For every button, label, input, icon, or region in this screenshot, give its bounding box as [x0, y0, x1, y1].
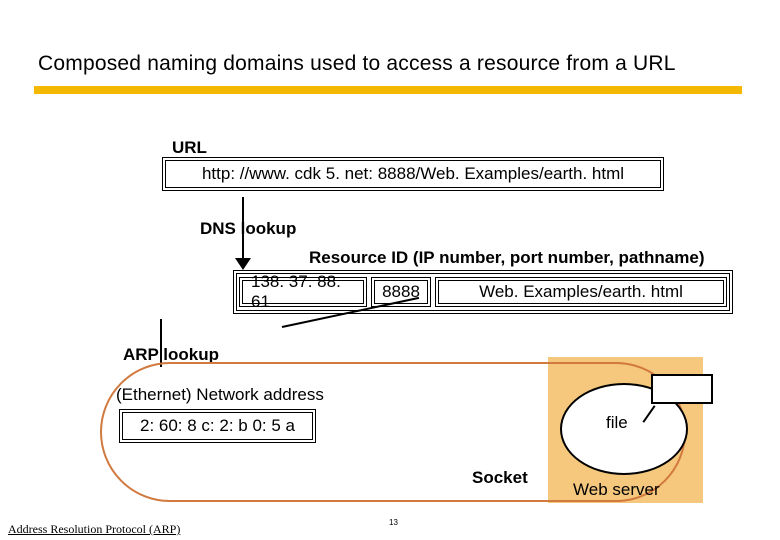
resource-ip: 138. 37. 88. 61 — [239, 277, 367, 307]
ethernet-box: 2: 60: 8 c: 2: b 0: 5 a — [119, 409, 316, 443]
dns-lookup-label: DNS lookup — [200, 219, 296, 239]
ethernet-value: 2: 60: 8 c: 2: b 0: 5 a — [140, 416, 295, 436]
page-number: 13 — [389, 518, 398, 527]
web-server-label: Web server — [573, 480, 660, 500]
web-server-rect — [651, 374, 713, 404]
ethernet-label: (Ethernet) Network address — [116, 385, 324, 405]
title-underline — [34, 86, 742, 94]
dns-arrow-head — [235, 258, 251, 270]
resource-path: Web. Examples/earth. html — [435, 277, 727, 307]
resource-id-label: Resource ID (IP number, port number, pat… — [309, 248, 704, 268]
footer-arp: Address Resolution Protocol (ARP) — [8, 522, 180, 537]
socket-label: Socket — [472, 468, 528, 488]
url-box: http: //www. cdk 5. net: 8888/Web. Examp… — [162, 157, 664, 191]
url-label: URL — [172, 138, 207, 158]
url-value: http: //www. cdk 5. net: 8888/Web. Examp… — [202, 164, 624, 184]
file-label: file — [606, 413, 628, 433]
resource-id-box: 138. 37. 88. 61 8888 Web. Examples/earth… — [233, 270, 733, 314]
slide-title: Composed naming domains used to access a… — [38, 52, 676, 76]
